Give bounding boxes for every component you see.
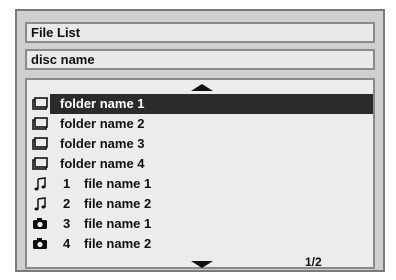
page-indicator: 1/2 bbox=[305, 255, 322, 269]
file-number: 1 bbox=[63, 176, 71, 191]
disc-name-field: disc name bbox=[25, 49, 375, 70]
file-number: 4 bbox=[63, 236, 71, 251]
list-item-label: folder name 3 bbox=[60, 136, 145, 151]
list-item-label: file name 1 bbox=[84, 216, 152, 231]
music-note-icon bbox=[32, 174, 48, 194]
folder-icon bbox=[32, 94, 48, 114]
folder-icon bbox=[32, 154, 48, 174]
music-note-icon bbox=[32, 194, 48, 214]
list-item-folder-1[interactable]: folder name 1 bbox=[27, 94, 373, 114]
list-item-label: file name 2 bbox=[84, 196, 152, 211]
folder-icon bbox=[32, 134, 48, 154]
list-item-photo-3[interactable]: 3 file name 1 bbox=[27, 214, 373, 234]
file-list-title: File List bbox=[25, 22, 375, 43]
list-item-label: file name 1 bbox=[84, 176, 152, 191]
file-list-rows: folder name 1 folder name 2 folder name … bbox=[27, 94, 373, 254]
camera-icon bbox=[32, 234, 48, 254]
folder-icon bbox=[32, 114, 48, 134]
list-item-label: folder name 1 bbox=[60, 96, 145, 111]
list-item-photo-4[interactable]: 4 file name 2 bbox=[27, 234, 373, 254]
file-list-panel: File List disc name folder name 1 folder… bbox=[15, 9, 385, 272]
file-list-box: folder name 1 folder name 2 folder name … bbox=[25, 78, 375, 269]
list-item-folder-2[interactable]: folder name 2 bbox=[27, 114, 373, 134]
file-number: 3 bbox=[63, 216, 71, 231]
list-item-audio-2[interactable]: 2 file name 2 bbox=[27, 194, 373, 214]
scroll-down-arrow-icon[interactable] bbox=[191, 261, 213, 268]
list-item-folder-4[interactable]: folder name 4 bbox=[27, 154, 373, 174]
list-item-folder-3[interactable]: folder name 3 bbox=[27, 134, 373, 154]
scroll-up-arrow-icon[interactable] bbox=[191, 84, 213, 91]
list-item-audio-1[interactable]: 1 file name 1 bbox=[27, 174, 373, 194]
list-item-label: folder name 4 bbox=[60, 156, 145, 171]
list-item-label: file name 2 bbox=[84, 236, 152, 251]
file-number: 2 bbox=[63, 196, 71, 211]
camera-icon bbox=[32, 214, 48, 234]
list-item-label: folder name 2 bbox=[60, 116, 145, 131]
